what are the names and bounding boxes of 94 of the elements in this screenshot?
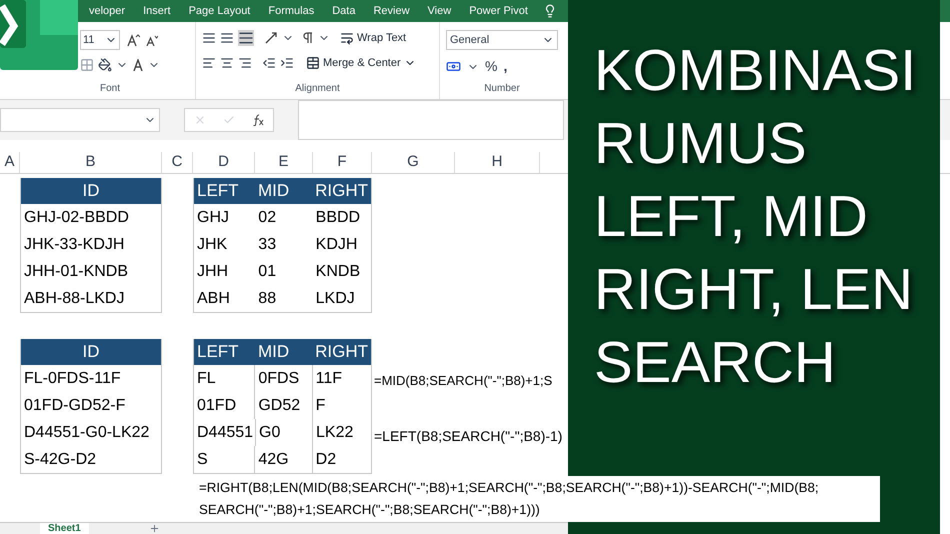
- table-header: MID: [257, 180, 290, 202]
- table-cell-text: 33: [257, 234, 278, 254]
- table-cell-text: LK22: [315, 422, 354, 442]
- table-cell-text: KNDB: [314, 262, 362, 282]
- table-cell-text: KDJH: [314, 234, 358, 254]
- title-text: RUMUS: [594, 110, 808, 178]
- font-color-icon[interactable]: [132, 59, 144, 71]
- table-header: RIGHT: [314, 341, 369, 364]
- ribbon-tab[interactable]: Insert: [134, 2, 180, 20]
- wrap-text-icon: [340, 31, 354, 46]
- table-cell: FL: [194, 365, 256, 392]
- add-sheet-icon[interactable]: [148, 523, 160, 534]
- align-center-icon[interactable]: [220, 56, 234, 70]
- table-header: RIGHT: [314, 180, 369, 202]
- font-size-dropdown[interactable]: 11: [80, 30, 120, 50]
- formula-text: SEARCH("-";B8)+1;SEARCH("-";B8;SEARCH("-";B8)+1))): [199, 501, 541, 519]
- ribbon-tab[interactable]: Page Layout: [180, 2, 260, 20]
- table-cell-text: 02: [257, 208, 278, 228]
- merge-center-button[interactable]: Merge & Center: [306, 54, 416, 71]
- table-cell-text: LKDJ: [314, 288, 356, 308]
- number-format-dropdown[interactable]: General: [446, 30, 558, 50]
- check-icon[interactable]: [222, 114, 235, 126]
- table-cell: GD52: [255, 392, 313, 419]
- table-header: MID: [257, 341, 290, 364]
- comma-button[interactable]: ,: [503, 56, 508, 77]
- group-label: Alignment: [295, 82, 340, 96]
- formula-input[interactable]: [298, 100, 564, 140]
- orientation-icon[interactable]: [264, 31, 278, 46]
- formula-text: =RIGHT(B8;LEN(MID(B8;SEARCH("-";B8)+1;SEARCH("-";B8;SEARCH("-";B8)+1))-SEARCH("-";MID(B8;: [199, 479, 820, 497]
- table-cell-text: BBDD: [314, 208, 362, 228]
- ribbon-tab[interactable]: Formulas: [259, 2, 324, 20]
- top-align-icon[interactable]: [202, 31, 216, 46]
- table-cell-text: GHJ-02-BBDD: [23, 208, 130, 228]
- ribbon-tab[interactable]: veloper: [80, 2, 134, 20]
- function-icon[interactable]: [252, 114, 264, 126]
- decrease-indent-icon[interactable]: [262, 56, 276, 70]
- table-cell-text: D2: [314, 450, 338, 470]
- increase-indent-icon[interactable]: [280, 56, 294, 70]
- ribbon-tab[interactable]: Data: [323, 2, 364, 20]
- formula-text: =MID(B8;SEARCH("-";B8)+1;S: [374, 372, 552, 390]
- table-cell-text: 88: [257, 288, 278, 308]
- sheet-tab[interactable]: Sheet1: [40, 523, 89, 534]
- ribbon-tab[interactable]: Review: [364, 2, 419, 20]
- title-text: KOMBINASI: [594, 37, 918, 105]
- title-text: RIGHT, LEN: [594, 256, 914, 324]
- table-cell-text: 01: [257, 262, 278, 282]
- ribbon-tab[interactable]: Power Pivot: [460, 2, 537, 20]
- table-cell-text: JHH: [196, 262, 230, 282]
- column-header[interactable]: B: [20, 152, 162, 173]
- group-label: Font: [100, 82, 122, 96]
- column-header[interactable]: A: [0, 152, 20, 173]
- grow-font-icon[interactable]: [126, 33, 140, 47]
- column-header[interactable]: G: [372, 152, 455, 173]
- table-cell-text: JHK-33-KDJH: [23, 234, 126, 254]
- merge-cells-icon: [306, 56, 320, 70]
- table-header: LEFT: [196, 180, 240, 202]
- table-cell: G0: [256, 419, 314, 446]
- ribbon-tab[interactable]: View: [418, 2, 460, 20]
- column-header[interactable]: F: [313, 152, 372, 173]
- table-cell-text: F: [314, 396, 326, 416]
- shrink-font-icon[interactable]: [146, 34, 158, 46]
- align-left-icon[interactable]: [202, 56, 216, 70]
- table-header: ID: [21, 339, 161, 365]
- table-header: ID: [21, 178, 161, 204]
- table-cell: 0FDS: [255, 365, 313, 392]
- table-cell-text: ABH: [196, 288, 231, 308]
- table-cell-text: ABH-88-LKDJ: [23, 288, 126, 308]
- percent-button[interactable]: %: [485, 56, 498, 77]
- table-cell-text: FL-0FDS-11F: [23, 368, 122, 388]
- fill-color-icon[interactable]: [98, 58, 112, 72]
- table-cell-text: GHJ: [196, 208, 230, 228]
- middle-align-icon[interactable]: [220, 31, 234, 46]
- title-text: LEFT, MID: [594, 183, 869, 251]
- table-cell-text: S-42G-D2: [23, 450, 98, 470]
- table-cell: D44551: [194, 419, 256, 446]
- group-label: Number: [484, 82, 520, 96]
- table-cell-text: 11F: [314, 368, 344, 388]
- currency-icon[interactable]: [446, 59, 461, 74]
- column-header[interactable]: C: [162, 152, 193, 173]
- table-header: LEFT: [196, 341, 240, 364]
- align-right-icon[interactable]: [238, 56, 252, 70]
- table-cell-text: 01FD-GD52-F: [23, 396, 126, 416]
- table-cell-text: JHH-01-KNDB: [23, 262, 130, 282]
- wrap-text-button[interactable]: Wrap Text: [340, 30, 406, 46]
- table-cell: S: [194, 446, 256, 473]
- column-header[interactable]: D: [193, 152, 255, 173]
- table-cell-text: JHK: [196, 234, 228, 254]
- table-cell-text: D44551-G0-LK22: [23, 422, 150, 442]
- title-text: SEARCH: [594, 329, 837, 397]
- column-header[interactable]: E: [255, 152, 313, 173]
- column-header[interactable]: H: [455, 152, 540, 173]
- table-cell: 42G: [255, 446, 313, 473]
- bottom-align-icon[interactable]: [238, 30, 254, 46]
- table-cell: 01FD: [194, 392, 256, 419]
